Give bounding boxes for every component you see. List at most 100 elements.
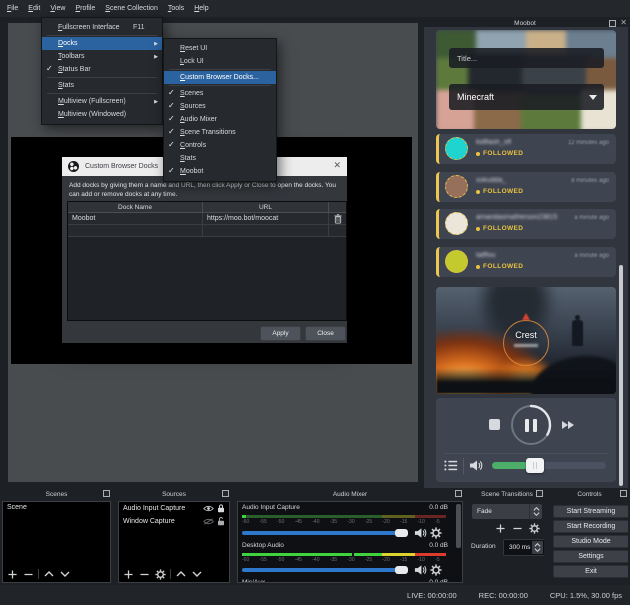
game-select[interactable]: Minecraft [449,84,604,110]
delete-dock-button[interactable] [329,213,346,224]
menu-help[interactable]: Help [189,0,213,17]
scene-transitions-panel: Fade Duration 300 ms [470,501,544,583]
source-list-item[interactable]: Audio Input Capture [119,502,229,515]
start-recording-button[interactable]: Start Recording [553,520,628,533]
move-source-down-button[interactable] [191,568,203,580]
menu-item-multiview-fullscreen[interactable]: Multiview (Fullscreen) ▶ [42,95,162,108]
audio-mixer-dock-titlebar[interactable]: Audio Mixer [235,488,465,501]
apply-button[interactable]: Apply [260,326,301,341]
volume-slider[interactable] [242,531,408,535]
pause-button[interactable] [508,402,554,448]
menu-item-sources[interactable]: ✓ Sources [164,100,276,113]
menu-profile[interactable]: Profile [70,0,100,17]
follower-card[interactable]: tatffou FOLLOWED a minute ago [436,247,616,277]
move-source-up-button[interactable] [175,568,187,580]
menu-item-docks[interactable]: Docks ▶ [42,37,162,50]
menu-item-moobot[interactable]: ✓ Moobot [164,165,276,178]
remove-scene-button[interactable] [22,568,34,580]
dock-float-icon[interactable] [620,490,627,497]
queue-icon[interactable] [444,459,458,472]
lock-icon[interactable] [217,504,225,513]
menu-view[interactable]: View [45,0,70,17]
source-properties-gear-icon[interactable] [154,568,166,580]
overlay-ring [503,319,549,366]
scrollbar[interactable] [456,504,461,548]
menu-item-multiview-windowed[interactable]: Multiview (Windowed) [42,108,162,121]
menu-item-reset-ui[interactable]: Reset UI [164,42,276,55]
menu-item-scene-transitions[interactable]: ✓ Scene Transitions [164,126,276,139]
sources-dock-titlebar[interactable]: Sources [116,488,232,501]
scene-transitions-dock-titlebar[interactable]: Scene Transitions [468,488,546,501]
speaker-icon[interactable] [414,564,427,576]
transition-properties-gear-icon[interactable] [528,522,540,534]
column-header-dock-name[interactable]: Dock Name [68,202,203,212]
stop-button[interactable] [489,419,500,430]
duration-spinbox[interactable]: 300 ms [503,539,544,556]
volume-slider[interactable] [242,568,408,572]
skip-button[interactable] [562,421,574,429]
remove-source-button[interactable] [138,568,150,580]
eye-icon[interactable] [203,505,214,512]
source-list-item[interactable]: Window Capture [119,515,229,528]
speaker-icon[interactable] [469,459,483,472]
volume-handle[interactable] [395,566,408,574]
follower-card[interactable]: sokudda_ FOLLOWED 8 minutes ago [436,172,616,202]
add-transition-button[interactable] [494,522,506,534]
follower-card[interactable]: amandasmatherson23815 FOLLOWED a minute … [436,209,616,239]
stream-title-input[interactable]: Title... [449,48,604,68]
combo-spinner[interactable] [529,504,542,519]
menu-item-stats-dock[interactable]: Stats [164,152,276,165]
menu-item-fullscreen-interface[interactable]: Fullscreen Interface F11 [42,21,162,34]
add-source-button[interactable] [122,568,134,580]
check-icon: ✓ [168,88,175,97]
menu-item-scenes[interactable]: ✓ Scenes [164,87,276,100]
remove-transition-button[interactable] [511,522,523,534]
menu-item-status-bar[interactable]: ✓ Status Bar [42,63,162,76]
controls-dock-titlebar[interactable]: Controls [549,488,630,501]
menu-item-custom-browser-docks[interactable]: Custom Browser Docks... [164,71,276,84]
channel-gear-icon[interactable] [430,527,442,539]
menu-item-stats[interactable]: Stats [42,79,162,92]
empty-url-cell[interactable] [203,225,329,236]
close-button[interactable]: Close [305,326,346,341]
speaker-icon[interactable] [414,527,427,539]
volume-handle[interactable] [526,458,544,473]
start-streaming-button[interactable]: Start Streaming [553,505,628,518]
scene-list-item[interactable]: Scene [3,502,110,513]
unlock-icon[interactable] [217,517,225,526]
dock-name-cell[interactable]: Moobot [68,213,203,224]
scrollbar[interactable] [619,265,623,486]
column-header-url[interactable]: URL [203,202,329,212]
dock-float-icon[interactable] [455,490,462,497]
scenes-dock-titlebar[interactable]: Scenes [0,488,113,501]
dock-close-icon[interactable]: ✕ [620,19,627,27]
volume-handle[interactable] [395,529,408,537]
dialog-close-icon[interactable]: ✕ [333,162,341,171]
move-scene-down-button[interactable] [59,568,71,580]
add-scene-button[interactable] [6,568,18,580]
menu-item-toolbars[interactable]: Toolbars ▶ [42,50,162,63]
eye-slash-icon[interactable] [203,518,214,525]
menu-item-controls[interactable]: ✓ Controls [164,139,276,152]
empty-name-cell[interactable] [68,225,203,236]
transition-select[interactable]: Fade [472,504,542,519]
dock-float-icon[interactable] [609,19,617,27]
dock-url-cell[interactable]: https://moo.bot/moocat [203,213,329,224]
follower-card[interactable]: kidflash_off FOLLOWED 12 minutes ago [436,134,616,164]
move-scene-up-button[interactable] [43,568,55,580]
dock-float-icon[interactable] [222,490,229,497]
menu-edit[interactable]: Edit [23,0,45,17]
settings-button[interactable]: Settings [553,550,628,563]
exit-button[interactable]: Exit [553,565,628,578]
menu-scene-collection[interactable]: Scene Collection [100,0,163,17]
dock-float-icon[interactable] [103,490,110,497]
studio-mode-button[interactable]: Studio Mode [553,535,628,548]
menu-item-lock-ui[interactable]: Lock UI [164,55,276,68]
spinbox-arrows[interactable] [532,541,543,554]
dock-float-icon[interactable] [536,490,543,497]
menu-tools[interactable]: Tools [163,0,189,17]
channel-gear-icon[interactable] [430,564,442,576]
menu-item-audio-mixer[interactable]: ✓ Audio Mixer [164,113,276,126]
menu-file[interactable]: File [2,0,23,17]
volume-slider[interactable] [492,458,606,473]
